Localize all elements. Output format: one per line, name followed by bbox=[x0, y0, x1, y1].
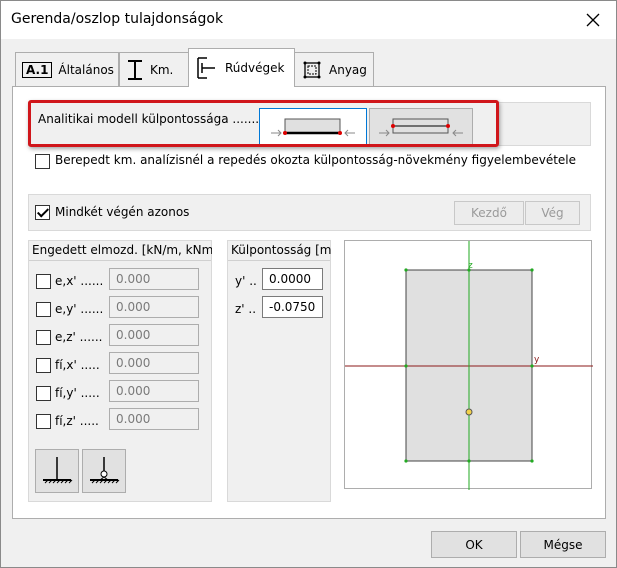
fiy-label: fí,y' ..... bbox=[55, 386, 100, 400]
divider bbox=[29, 260, 211, 261]
ez-checkbox[interactable] bbox=[36, 330, 51, 345]
fix-field[interactable]: 0.000 bbox=[109, 352, 199, 374]
section-drawing: y z bbox=[345, 241, 593, 490]
ex-field[interactable]: 0.000 bbox=[109, 268, 199, 290]
close-icon bbox=[586, 13, 600, 27]
cancel-button[interactable]: Mégse bbox=[520, 531, 606, 558]
ez-label: e,z' ...... bbox=[55, 330, 103, 344]
divider bbox=[228, 260, 330, 261]
ex-checkbox[interactable] bbox=[36, 274, 51, 289]
tab-label: Anyag bbox=[329, 62, 367, 77]
fix-label: fí,x' ..... bbox=[55, 358, 100, 372]
crack-eccentricity-label: Berepedt km. analízisnél a repedés okozt… bbox=[55, 153, 577, 167]
same-ends-checkbox[interactable] bbox=[35, 205, 50, 220]
section-preview: y z bbox=[344, 240, 593, 490]
ey-label: e,y' ...... bbox=[55, 302, 104, 316]
tab-rudvegek[interactable]: Rúdvégek bbox=[188, 48, 295, 87]
close-button[interactable] bbox=[570, 1, 616, 39]
ez-field[interactable]: 0.000 bbox=[109, 324, 199, 346]
fiz-label: fí,z' ..... bbox=[55, 414, 99, 428]
fiz-field[interactable]: 0.000 bbox=[109, 408, 199, 430]
ok-button[interactable]: OK bbox=[431, 531, 517, 558]
highlight-frame bbox=[28, 100, 499, 147]
z-axis-label: z bbox=[468, 261, 473, 271]
z-offset-field[interactable]: -0.0750 bbox=[262, 296, 323, 318]
crack-eccentricity-checkbox[interactable] bbox=[35, 154, 50, 169]
pinned-support-button[interactable] bbox=[82, 449, 126, 493]
fixed-support-icon bbox=[43, 457, 73, 484]
fix-checkbox[interactable] bbox=[36, 358, 51, 373]
fiy-field[interactable]: 0.000 bbox=[109, 380, 199, 402]
a1-icon: A.1 bbox=[22, 61, 53, 78]
ex-label: e,x' ...... bbox=[55, 274, 104, 288]
tab-label: Rúdvégek bbox=[225, 61, 285, 75]
i-beam-icon bbox=[128, 59, 142, 80]
fixed-support-button[interactable] bbox=[35, 449, 79, 493]
allowed-displacement-header: Engedett elmozd. [kN/m, kNm/' bbox=[32, 243, 212, 257]
fiy-checkbox[interactable] bbox=[36, 386, 51, 401]
tab-label: Km. bbox=[150, 62, 174, 77]
window-title: Gerenda/oszlop tulajdonságok bbox=[11, 11, 224, 27]
member-ends-icon bbox=[197, 57, 215, 79]
dialog-window: Gerenda/oszlop tulajdonságok A.1 Általán… bbox=[0, 0, 617, 568]
start-end-button[interactable]: Kezdő bbox=[454, 201, 524, 225]
same-ends-label: Mindkét végén azonos bbox=[55, 205, 190, 219]
tab-label: Általános bbox=[58, 62, 114, 77]
ey-checkbox[interactable] bbox=[36, 302, 51, 317]
material-cube-icon bbox=[303, 61, 321, 78]
offset-header: Külpontosság [m] bbox=[231, 243, 331, 257]
y-offset-label: y' .. bbox=[235, 274, 257, 288]
pinned-support-icon bbox=[90, 457, 120, 484]
ey-field[interactable]: 0.000 bbox=[109, 296, 199, 318]
y-axis-label: y bbox=[534, 355, 540, 365]
y-offset-field[interactable]: 0.0000 bbox=[262, 268, 323, 290]
fiz-checkbox[interactable] bbox=[36, 414, 51, 429]
tab-km[interactable]: Km. bbox=[119, 52, 189, 86]
tab-altalanos[interactable]: A.1 Általános bbox=[15, 52, 119, 86]
title-bar: Gerenda/oszlop tulajdonságok bbox=[1, 1, 616, 39]
z-offset-label: z' .. bbox=[235, 302, 257, 316]
tab-anyag[interactable]: Anyag bbox=[294, 52, 374, 86]
end-end-button[interactable]: Vég bbox=[525, 201, 580, 225]
